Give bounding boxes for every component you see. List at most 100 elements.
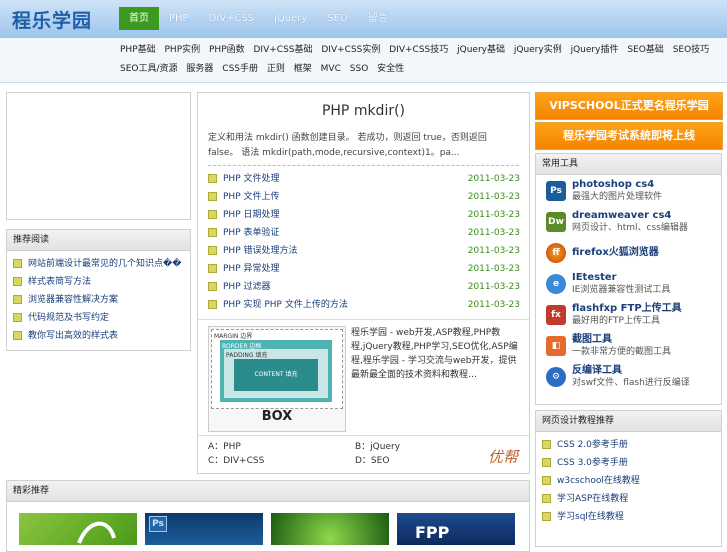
bullet-icon: [208, 300, 217, 309]
bullet-icon: [208, 282, 217, 291]
links-title: 网页设计教程推荐: [536, 411, 721, 432]
tool-item[interactable]: ◧ 截图工具 一款非常方便的截图工具: [536, 330, 721, 361]
tools-box: 常用工具 Ps photoshop cs4 最强大的图片处理软件 Dw dream…: [535, 153, 722, 405]
quiz-options: B：jQuery D：SEO: [355, 440, 455, 468]
exam-banner-button[interactable]: 程乐学园考试系统即将上线: [535, 122, 723, 150]
site-logo[interactable]: 程乐学园: [12, 6, 92, 33]
recommend-title: 推荐阅读: [7, 230, 190, 251]
thumb-dreamweaver[interactable]: [19, 513, 137, 545]
tool-item[interactable]: ff firefox火狐浏览器: [536, 237, 721, 268]
vipschool-banner-button[interactable]: VIPSCHOOL正式更名程乐学园: [535, 92, 723, 120]
divider: [198, 319, 529, 320]
tool-item[interactable]: ⚙ 反编译工具 对swf文件、flash进行反编译: [536, 361, 721, 392]
bullet-icon: [13, 313, 22, 322]
news-item[interactable]: PHP 文件处理 2011-03-23: [208, 170, 520, 188]
tool-item[interactable]: Dw dreamweaver cs4 网页设计、html、css编辑器: [536, 206, 721, 237]
subnav-item[interactable]: 服务器: [186, 64, 213, 74]
link-item[interactable]: CSS 3.0参考手册: [542, 454, 721, 472]
list-item[interactable]: 样式表简写方法: [13, 273, 190, 291]
subnav-item[interactable]: DIV+CSS实例: [321, 45, 380, 55]
news-item[interactable]: PHP 实现 PHP 文件上传的方法 2011-03-23: [208, 296, 520, 314]
tool-item[interactable]: fx flashfxp FTP上传工具 最好用的FTP上传工具: [536, 299, 721, 330]
bottom-title: 精彩推荐: [7, 481, 529, 502]
subnav-item[interactable]: CSS手册: [222, 64, 258, 74]
subnav-item[interactable]: SEO技巧: [673, 45, 709, 55]
header: 程乐学园 首页 PHP DIV+CSS jQuery SEO 留言: [0, 0, 727, 38]
subnav-item[interactable]: MVC: [321, 64, 341, 74]
ps-icon: Ps: [149, 516, 167, 532]
subnav-item[interactable]: PHP实例: [165, 45, 201, 55]
subnav-item[interactable]: jQuery基础: [457, 45, 505, 55]
subnav-item[interactable]: 安全性: [377, 64, 404, 74]
ie-icon: e: [546, 273, 566, 294]
thumb-photoshop[interactable]: Ps: [145, 513, 263, 545]
quiz-option-c[interactable]: C：DIV+CSS: [208, 454, 358, 468]
bullet-icon: [13, 295, 22, 304]
bullet-icon: [13, 259, 22, 268]
bullet-icon: [208, 210, 217, 219]
news-item[interactable]: PHP 异常处理 2011-03-23: [208, 260, 520, 278]
bullet-icon: [208, 192, 217, 201]
nav-home[interactable]: 首页: [119, 7, 159, 30]
nav-guestbook[interactable]: 留言: [358, 7, 398, 30]
divider: [198, 435, 529, 436]
sub-nav-bar: PHP基础 PHP实例 PHP函数 DIV+CSS基础 DIV+CSS实例 DI…: [0, 38, 727, 83]
subnav-item[interactable]: SEO基础: [627, 45, 663, 55]
subnav-item[interactable]: PHP函数: [209, 45, 245, 55]
list-item[interactable]: 网站前端设计最常见的几个知识点��: [13, 255, 190, 273]
quiz-options: A：PHP C：DIV+CSS: [208, 440, 358, 468]
list-item[interactable]: 浏览器兼容性解决方案: [13, 291, 190, 309]
link-item[interactable]: CSS 2.0参考手册: [542, 436, 721, 454]
tools-title: 常用工具: [536, 154, 721, 175]
list-item[interactable]: 代码规范及书写约定: [13, 309, 190, 327]
subnav-item[interactable]: SSO: [350, 64, 369, 74]
link-item[interactable]: w3cschool在线教程: [542, 472, 721, 490]
list-item[interactable]: 教你写出高效的样式表: [13, 327, 190, 345]
subnav-item[interactable]: PHP基础: [120, 45, 156, 55]
news-item[interactable]: PHP 错误处理方法 2011-03-23: [208, 242, 520, 260]
subnav-item[interactable]: 正则: [267, 64, 285, 74]
bullet-icon: [208, 264, 217, 273]
tool-item[interactable]: Ps photoshop cs4 最强大的图片处理软件: [536, 175, 721, 206]
main-content: PHP mkdir() 定义和用法 mkdir() 函数创建目录。 若成功，则返…: [197, 92, 530, 474]
decompile-icon: ⚙: [546, 366, 566, 387]
quiz-option-a[interactable]: A：PHP: [208, 440, 358, 454]
news-list: PHP 文件处理 2011-03-23 PHP 文件上传 2011-03-23 PH…: [208, 170, 520, 314]
news-item[interactable]: PHP 过滤器 2011-03-23: [208, 278, 520, 296]
nav-seo[interactable]: SEO: [317, 7, 358, 30]
tool-item[interactable]: e IEtester IE浏览器兼容性测试工具: [536, 268, 721, 299]
bullet-icon: [13, 277, 22, 286]
bullet-icon: [208, 228, 217, 237]
news-item[interactable]: PHP 日期处理 2011-03-23: [208, 206, 520, 224]
news-item[interactable]: PHP 表单验证 2011-03-23: [208, 224, 520, 242]
link-item[interactable]: 学习sql在线教程: [542, 508, 721, 526]
link-item[interactable]: 学习ASP在线教程: [542, 490, 721, 508]
quiz-option-d[interactable]: D：SEO: [355, 454, 455, 468]
subnav-item[interactable]: SEO工具/资源: [120, 64, 178, 74]
article-title[interactable]: PHP mkdir(): [198, 103, 529, 123]
nav-jquery[interactable]: jQuery: [264, 7, 317, 30]
subnav-item[interactable]: jQuery插件: [571, 45, 619, 55]
quiz-option-b[interactable]: B：jQuery: [355, 440, 455, 454]
thumb-fpp[interactable]: FPP: [397, 513, 515, 545]
box-model-image[interactable]: MARGIN 边界 BORDER 边框 PADDING 填充 CONTENT 填…: [208, 326, 346, 432]
dw-logo-icon: [77, 521, 116, 544]
sub-nav: PHP基础 PHP实例 PHP函数 DIV+CSS基础 DIV+CSS实例 DI…: [120, 41, 726, 79]
subnav-item[interactable]: DIV+CSS技巧: [389, 45, 448, 55]
seal-logo: 优帮: [488, 448, 519, 466]
recommend-box: 推荐阅读 网站前端设计最常见的几个知识点�� 样式表简写方法 浏览器兼容性解决方…: [6, 229, 191, 351]
site-about: 程乐学园 - web开发,ASP教程,PHP教程,jQuery教程,PHP学习,…: [351, 328, 518, 380]
bullet-icon: [542, 458, 551, 467]
bullet-icon: [208, 174, 217, 183]
subnav-item[interactable]: DIV+CSS基础: [254, 45, 313, 55]
bullet-icon: [542, 476, 551, 485]
nav-divcss[interactable]: DIV+CSS: [199, 7, 265, 30]
subnav-item[interactable]: jQuery实例: [514, 45, 562, 55]
fpp-logo-icon: FPP: [415, 523, 450, 542]
nav-php[interactable]: PHP: [159, 7, 199, 30]
thumb-zend[interactable]: [271, 513, 389, 545]
subnav-item[interactable]: 框架: [294, 64, 312, 74]
news-item[interactable]: PHP 文件上传 2011-03-23: [208, 188, 520, 206]
screenshot-icon: ◧: [546, 335, 566, 356]
links-box: 网页设计教程推荐 CSS 2.0参考手册 CSS 3.0参考手册 w3cscho…: [535, 410, 722, 547]
